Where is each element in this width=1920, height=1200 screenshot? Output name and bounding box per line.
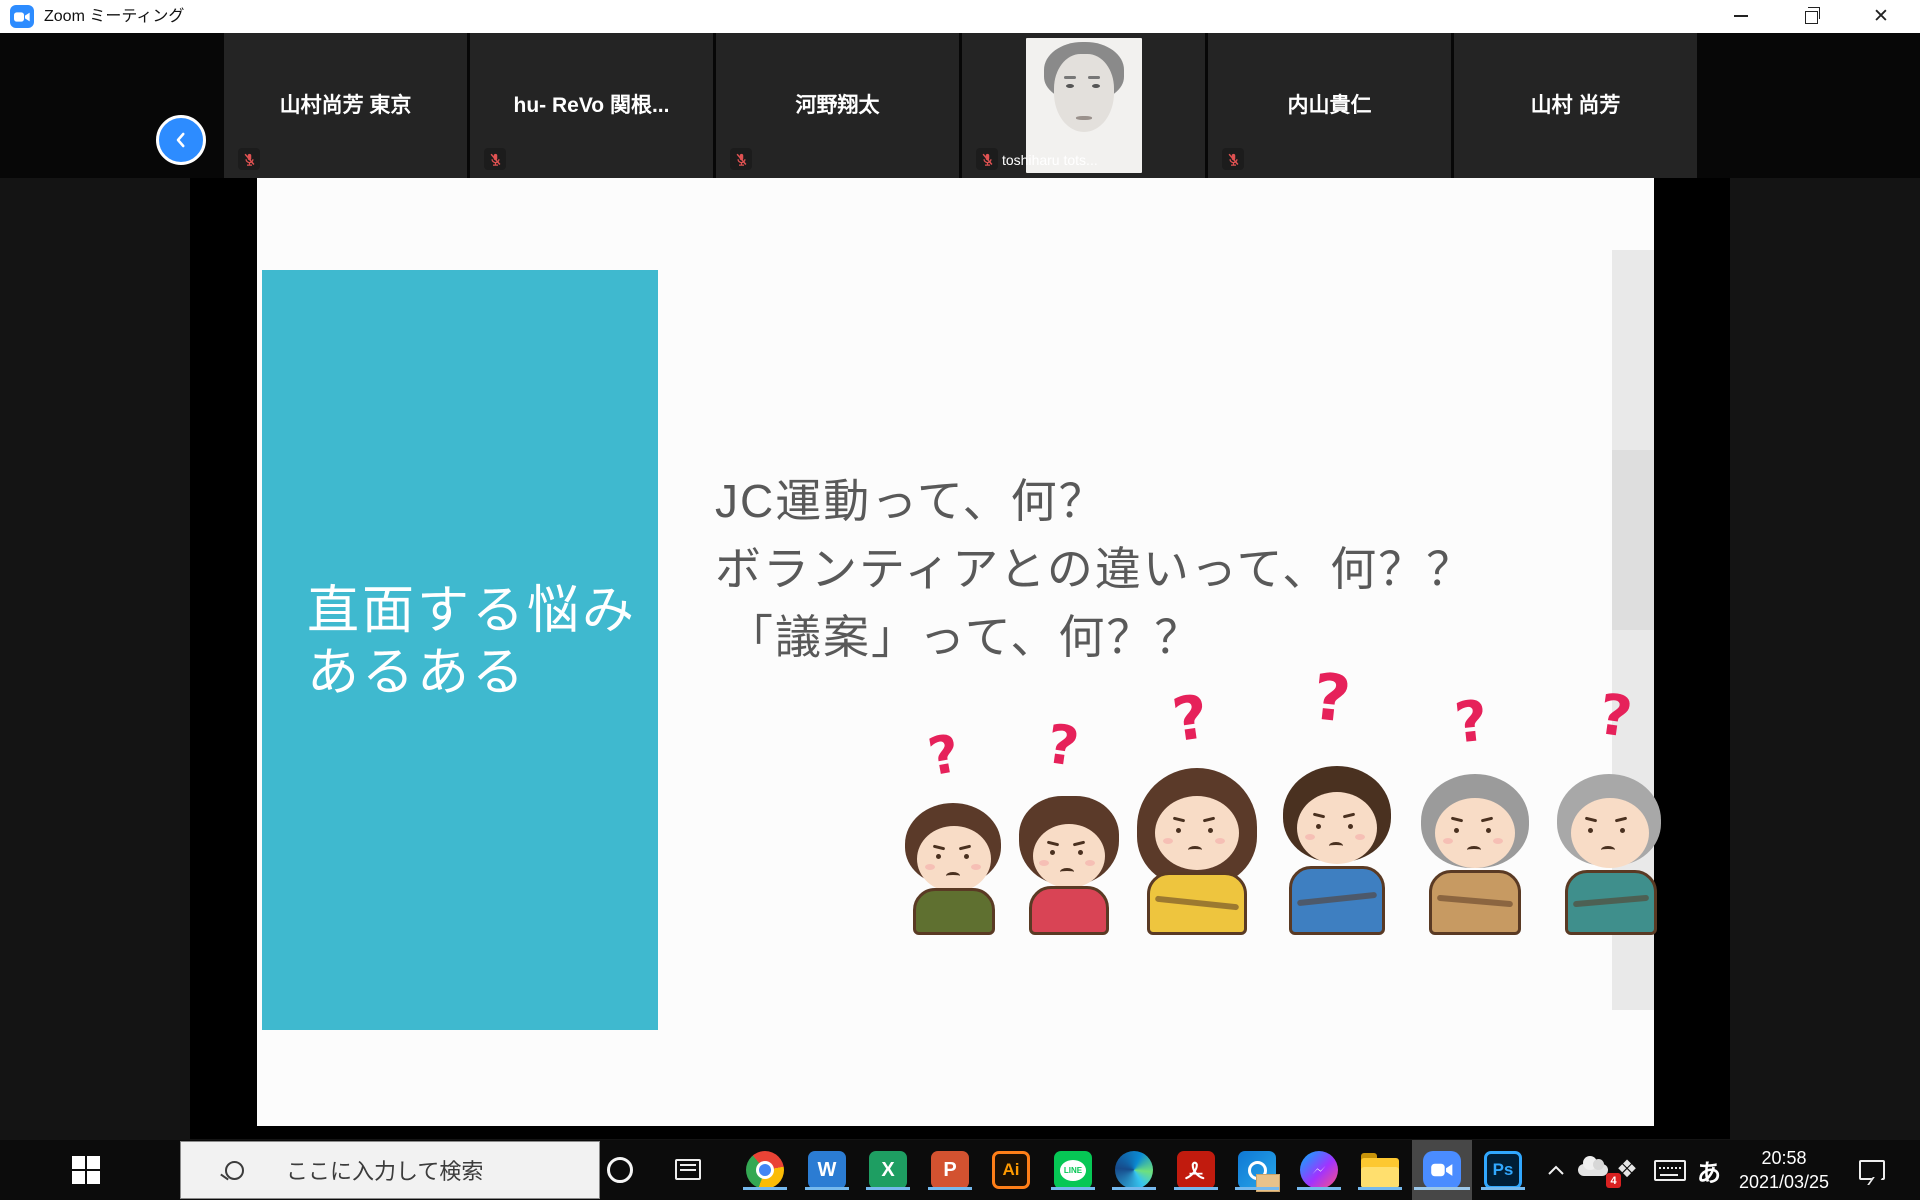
- touch-keyboard-icon[interactable]: [1652, 1159, 1688, 1181]
- slide-body-line1: JC運動って、何？: [715, 465, 1107, 531]
- clock-time: 20:58: [1726, 1146, 1842, 1170]
- excel-icon: X: [869, 1151, 907, 1189]
- restore-button[interactable]: [1782, 0, 1840, 32]
- muted-mic-icon: [1222, 148, 1244, 170]
- participant-name: 山村 尚芳: [1454, 33, 1697, 178]
- participant-name: 河野翔太: [716, 33, 959, 178]
- chevron-left-icon: [172, 131, 190, 149]
- word-icon: W: [808, 1151, 846, 1189]
- messenger-icon: [1300, 1151, 1338, 1189]
- participant-name: 内山貴仁: [1208, 33, 1451, 178]
- desktop: Zoom ミーティング ✕ 山村尚芳 東京 hu- ReVo 関根... 河野翔…: [0, 0, 1920, 1200]
- participant-tile[interactable]: hu- ReVo 関根...: [470, 33, 713, 178]
- taskbar-app-word[interactable]: W: [807, 1150, 847, 1190]
- participant-tile[interactable]: 河野翔太: [716, 33, 959, 178]
- slide-body-line3: 「議案」って、何？？: [727, 601, 1202, 667]
- taskbar-app-explorer[interactable]: [1360, 1150, 1400, 1190]
- participant-tile[interactable]: toshiharu tots...: [962, 33, 1205, 178]
- zoom-app-icon: [10, 5, 34, 28]
- clock-date: 2021/03/25: [1726, 1170, 1842, 1194]
- participant-name: toshiharu tots...: [1002, 152, 1098, 168]
- line-icon: LINE: [1054, 1151, 1092, 1189]
- minimize-button[interactable]: [1712, 0, 1770, 32]
- window-title: Zoom ミーティング: [44, 0, 184, 33]
- notification-icon: [1859, 1160, 1885, 1180]
- taskbar-app-photoshop[interactable]: Ps: [1483, 1150, 1523, 1190]
- taskbar: ここに入力して検索 W X P Ai LINE: [0, 1140, 1920, 1200]
- search-placeholder-text: ここに入力して検索: [286, 1154, 483, 1186]
- taskbar-app-outlook[interactable]: [1237, 1150, 1277, 1190]
- question-mark: ?: [1452, 688, 1491, 756]
- presentation-slide: 直面する悩み あるある JC運動って、何？ ボランティアとの違いって、何？？ 「…: [257, 178, 1654, 1126]
- question-mark: ?: [1043, 712, 1083, 779]
- tray-expand-button[interactable]: [1542, 1158, 1570, 1182]
- close-button[interactable]: ✕: [1852, 0, 1910, 32]
- outlook-icon: [1238, 1151, 1276, 1189]
- muted-mic-icon: [484, 148, 506, 170]
- muted-mic-icon: [976, 148, 998, 170]
- muted-mic-icon: [730, 148, 752, 170]
- photoshop-icon: Ps: [1484, 1151, 1522, 1189]
- question-mark: ?: [1168, 682, 1212, 756]
- start-button[interactable]: [44, 1140, 128, 1200]
- chevron-up-icon: [1547, 1164, 1565, 1176]
- participant-name: hu- ReVo 関根...: [470, 33, 713, 178]
- question-mark: ?: [924, 724, 964, 788]
- file-explorer-icon: [1361, 1158, 1399, 1188]
- window-titlebar: Zoom ミーティング ✕: [0, 0, 1920, 33]
- slide-title-line2: あるある: [307, 630, 527, 705]
- powerpoint-icon: P: [931, 1151, 969, 1189]
- back-button[interactable]: [156, 115, 206, 165]
- chrome-icon: [746, 1151, 784, 1189]
- taskbar-app-acrobat[interactable]: [1176, 1150, 1216, 1190]
- ime-indicator[interactable]: あ: [1694, 1155, 1724, 1185]
- search-icon: [225, 1161, 244, 1180]
- participant-tile[interactable]: 山村 尚芳: [1454, 33, 1697, 178]
- taskbar-app-powerpoint[interactable]: P: [930, 1150, 970, 1190]
- edge-icon: [1115, 1151, 1153, 1189]
- slide-title-panel: 直面する悩み あるある: [262, 270, 658, 1030]
- taskbar-app-chrome[interactable]: [745, 1150, 785, 1190]
- zoom-icon: [1423, 1151, 1461, 1189]
- participant-tile[interactable]: 山村尚芳 東京: [224, 33, 467, 178]
- cortana-button[interactable]: [607, 1157, 633, 1183]
- muted-mic-icon: [238, 148, 260, 170]
- windows-logo-icon: [72, 1156, 100, 1184]
- taskbar-app-messenger[interactable]: [1299, 1150, 1339, 1190]
- question-mark: ?: [1309, 660, 1354, 737]
- taskbar-app-zoom[interactable]: [1422, 1150, 1462, 1190]
- participant-tile[interactable]: 内山貴仁: [1208, 33, 1451, 178]
- action-center-button[interactable]: [1856, 1157, 1888, 1183]
- task-view-button[interactable]: [675, 1159, 701, 1180]
- restore-icon: [1805, 11, 1818, 24]
- close-icon: ✕: [1873, 7, 1889, 26]
- shared-screen-area: 直面する悩み あるある JC運動って、何？ ボランティアとの違いって、何？？ 「…: [190, 178, 1730, 1139]
- acrobat-icon: [1177, 1151, 1215, 1189]
- taskbar-app-illustrator[interactable]: Ai: [991, 1150, 1031, 1190]
- search-input[interactable]: ここに入力して検索: [180, 1141, 600, 1199]
- illustrator-icon: Ai: [992, 1151, 1030, 1189]
- dropbox-badge: 4: [1606, 1173, 1621, 1188]
- slide-body-line2: ボランティアとの違いって、何？？: [715, 533, 1474, 599]
- taskbar-app-edge[interactable]: [1114, 1150, 1154, 1190]
- dropbox-icon[interactable]: ❖ 4: [1612, 1154, 1642, 1184]
- taskbar-app-excel[interactable]: X: [868, 1150, 908, 1190]
- minimize-icon: [1734, 15, 1748, 17]
- onedrive-icon[interactable]: [1576, 1158, 1610, 1182]
- participant-name: 山村尚芳 東京: [224, 33, 467, 178]
- taskbar-app-line[interactable]: LINE: [1053, 1150, 1093, 1190]
- participant-strip: 山村尚芳 東京 hu- ReVo 関根... 河野翔太 toshi: [0, 33, 1920, 178]
- scrollbar-thumb[interactable]: [1612, 450, 1654, 630]
- clock[interactable]: 20:58 2021/03/25: [1726, 1146, 1842, 1194]
